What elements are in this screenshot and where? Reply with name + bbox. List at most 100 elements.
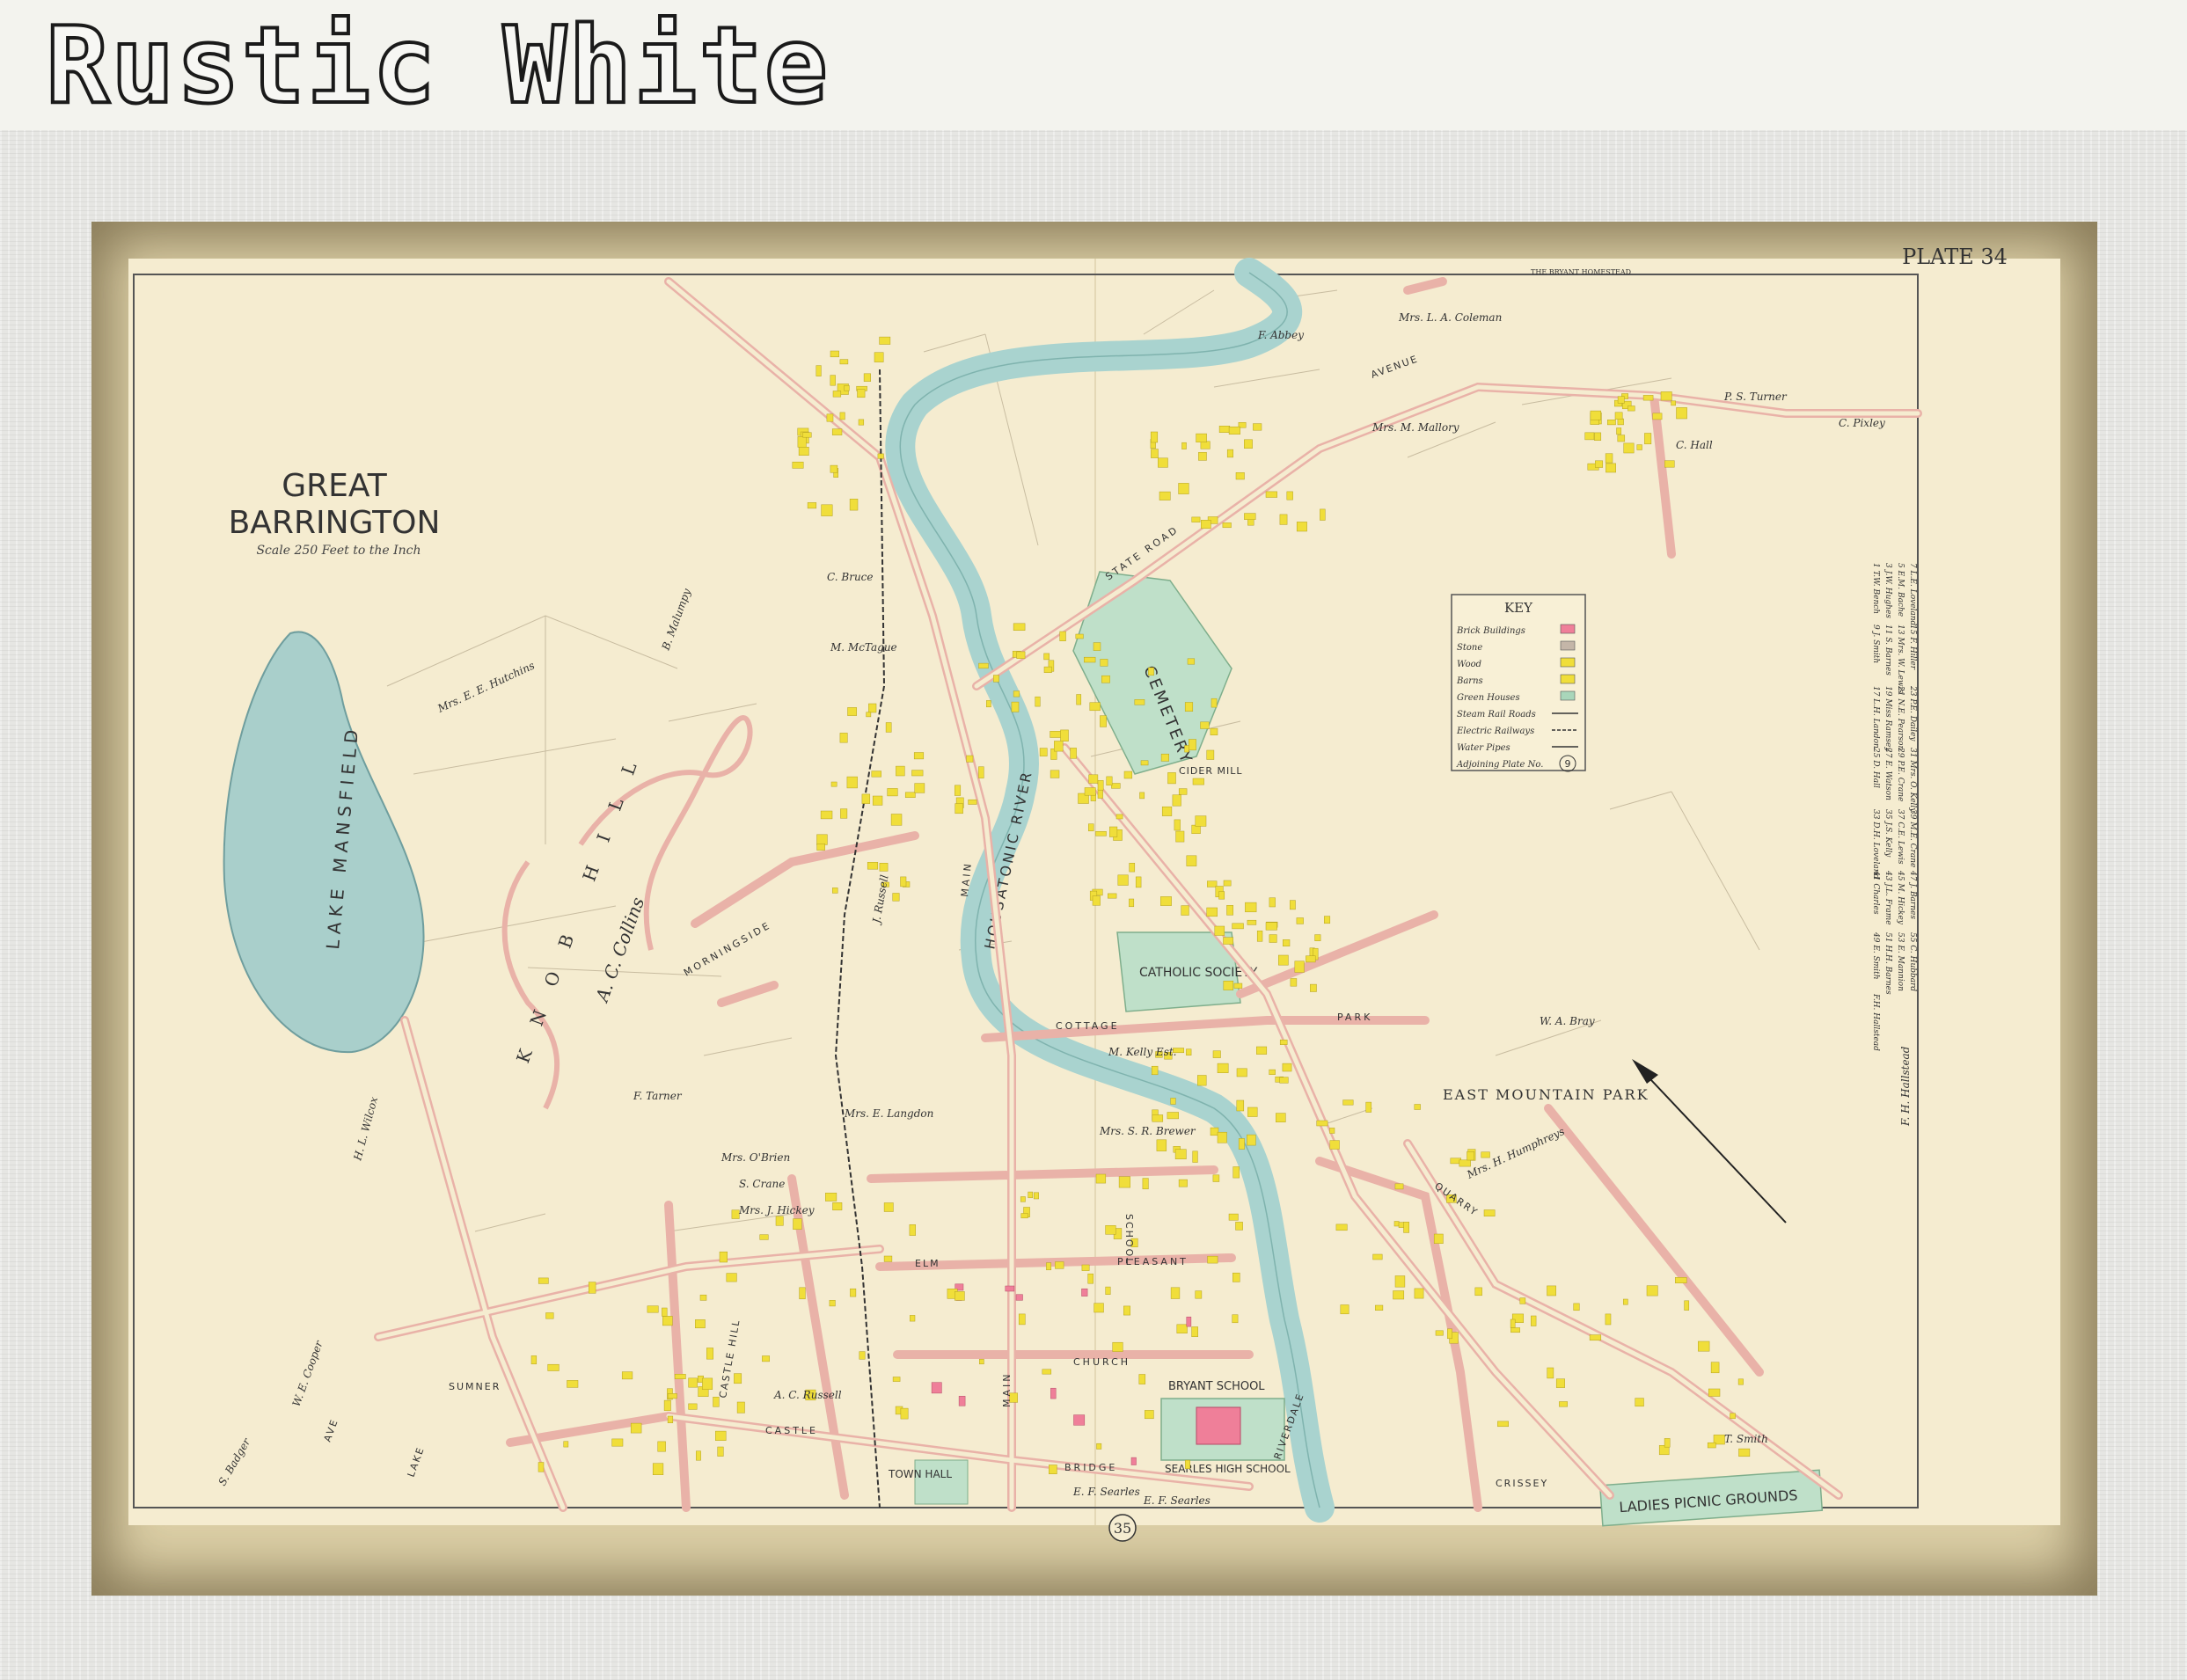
wood-building <box>844 385 850 391</box>
wood-building <box>530 1355 538 1365</box>
wood-building <box>1233 982 1243 989</box>
wood-building <box>1096 1443 1102 1450</box>
crissey-street-label: CRISSEY <box>1496 1478 1548 1489</box>
school-street-label: SCHOOL <box>1123 1214 1135 1265</box>
wood-building <box>1105 1225 1116 1235</box>
wood-building <box>1269 1069 1276 1075</box>
wood-building <box>1393 1221 1400 1227</box>
wood-building <box>1265 491 1277 498</box>
wood-building <box>1013 690 1020 698</box>
margin-list-entry: 55 C. Hubbard <box>1908 932 1917 991</box>
wood-building <box>1393 1290 1405 1300</box>
cider-mill-label: CIDER MILL <box>1179 765 1242 777</box>
wood-building <box>652 1463 664 1475</box>
legend-item-label: Barns <box>1456 676 1483 686</box>
wood-building <box>713 1397 720 1407</box>
wood-building <box>910 1315 916 1322</box>
wood-building <box>1335 1223 1348 1231</box>
wood-building <box>793 1218 802 1230</box>
wood-building <box>563 1441 569 1448</box>
wood-building <box>1595 460 1604 468</box>
wood-building <box>1054 741 1064 752</box>
wood-building <box>717 1446 724 1457</box>
wood-building <box>1046 1262 1052 1271</box>
wood-building <box>1196 433 1207 442</box>
wood-building <box>1049 1465 1057 1474</box>
town-hall-label: TOWN HALL <box>888 1468 952 1480</box>
wood-building <box>1481 1151 1490 1158</box>
wood-building <box>832 391 842 398</box>
owner-m-kelly: M. Kelly Est. <box>1108 1046 1176 1058</box>
wood-building <box>821 504 833 516</box>
wood-building <box>966 755 974 763</box>
wood-building <box>1081 1264 1090 1271</box>
wood-building <box>896 765 905 777</box>
legend-swatch <box>1560 624 1576 634</box>
wood-building <box>1247 919 1257 925</box>
wood-building <box>1247 1107 1258 1117</box>
margin-list-entry: 23 P.E. Dailey <box>1908 685 1917 741</box>
wood-building <box>1106 776 1113 785</box>
legend-item-label: Wood <box>1457 660 1481 669</box>
castle-street-label: CASTLE <box>765 1425 818 1436</box>
wood-building <box>831 428 843 435</box>
wood-building <box>1708 1388 1721 1397</box>
map-sheet: PLATE 34 LAKE MANSFIELD HOUSATONIC RIVER… <box>128 245 2060 1542</box>
legend-swatch <box>1560 640 1576 651</box>
wood-building <box>1043 666 1052 673</box>
wood-building <box>1184 702 1194 712</box>
wood-building <box>1306 955 1316 963</box>
wood-building <box>955 803 963 814</box>
wood-building <box>874 352 884 362</box>
margin-list-entry: 1 T.W. Bench <box>1871 563 1880 614</box>
wood-building <box>1414 1288 1424 1299</box>
wood-building <box>1187 658 1196 665</box>
wood-building <box>1207 880 1218 887</box>
wood-building <box>797 436 807 448</box>
wood-building <box>1210 727 1218 735</box>
wood-building <box>1394 1275 1406 1288</box>
wood-building <box>1105 1286 1111 1295</box>
wood-building <box>1519 1297 1526 1304</box>
wood-building <box>1623 442 1635 454</box>
wood-building <box>1467 1151 1474 1161</box>
wood-building <box>1060 729 1069 741</box>
wood-building <box>1094 1303 1104 1313</box>
brick-building <box>1005 1285 1015 1292</box>
wood-building <box>1256 1046 1268 1055</box>
wood-building <box>1016 651 1026 659</box>
wood-building <box>799 1287 806 1300</box>
wood-building <box>1200 441 1211 449</box>
wood-building <box>792 461 804 469</box>
owner-t-smith: T. Smith <box>1724 1433 1768 1445</box>
wood-building <box>1269 897 1276 908</box>
owner-mrs-coleman: Mrs. L. A. Coleman <box>1398 311 1502 324</box>
wood-building <box>1070 748 1077 759</box>
searles-school-label: SEARLES HIGH SCHOOL <box>1165 1463 1291 1475</box>
wood-building <box>1191 1326 1198 1337</box>
wood-building <box>1223 937 1233 945</box>
map-scale: Scale 250 Feet to the Inch <box>256 544 421 558</box>
wood-building <box>1710 1362 1720 1374</box>
wood-building <box>955 785 962 796</box>
wood-building <box>1097 788 1103 799</box>
wood-building <box>1573 1303 1580 1311</box>
wood-building <box>1316 1120 1328 1127</box>
wood-building <box>1129 863 1136 873</box>
margin-list-entry: 49 E. Smith <box>1871 931 1880 980</box>
wood-building <box>1447 1328 1452 1340</box>
owner-c-hall: C. Hall <box>1676 439 1713 451</box>
wood-building <box>667 1393 677 1399</box>
wood-building <box>663 1399 671 1411</box>
wood-building <box>1075 633 1084 639</box>
wood-building <box>1172 794 1181 807</box>
wood-building <box>871 771 881 778</box>
wood-building <box>1084 787 1096 796</box>
wood-building <box>726 1273 737 1282</box>
wood-building <box>1011 701 1020 712</box>
wood-building <box>1192 778 1204 785</box>
margin-list-entry: 5 E.M. Bache <box>1896 563 1905 617</box>
wood-building <box>1510 1318 1516 1328</box>
margin-list-entry: 25 D. Hall <box>1871 747 1880 788</box>
wood-building <box>859 1351 866 1360</box>
